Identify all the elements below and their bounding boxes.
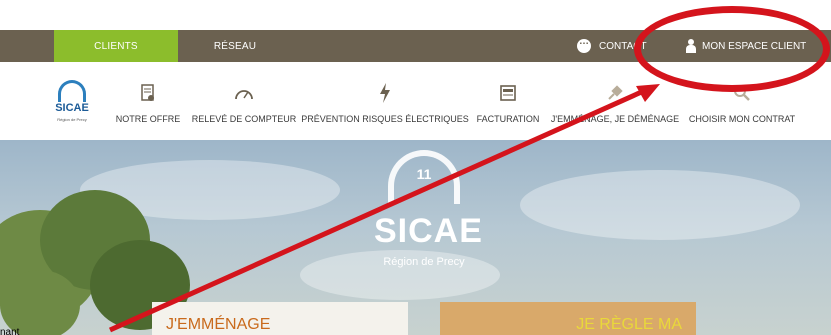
lightning-icon (379, 82, 391, 104)
sicae-logo[interactable]: SICAE Région de Precy (52, 80, 92, 140)
logo-name: SICAE (55, 102, 89, 114)
card-regle-title: JE RÈGLE MA (576, 316, 682, 333)
menu-prevention-risques[interactable]: PRÉVENTION RISQUES ÉLECTRIQUES (301, 82, 469, 132)
tree-foliage (0, 270, 80, 335)
hero-logo: 11 SICAE Région de Precy (374, 150, 483, 290)
hero-logo-subtitle: Région de Precy (383, 256, 465, 268)
annotation-highlight-ellipse (634, 6, 830, 92)
menu-label: RELEVÉ DE COMPTEUR (191, 114, 297, 124)
menu-label: PRÉVENTION RISQUES ÉLECTRIQUES (301, 114, 469, 124)
card-emmenage[interactable]: J'EMMÉNAGE (152, 302, 408, 335)
hero-banner: 11 SICAE Région de Precy J'EMMÉNAGE JE R… (0, 140, 831, 335)
menu-notre-offre[interactable]: NOTRE OFFRE (115, 82, 181, 132)
menu-label: FACTURATION (476, 114, 540, 124)
menu-label: NOTRE OFFRE (115, 114, 181, 124)
side-text: nant (0, 327, 20, 335)
menu-label: CHOISIR MON CONTRAT (688, 114, 796, 124)
tab-reseau[interactable]: RÉSEAU (190, 30, 280, 62)
plug-icon (605, 82, 625, 104)
menu-label: J'EMMÉNAGE, JE DÉMÉNAGE (550, 114, 680, 124)
gauge-icon (234, 82, 254, 104)
hero-logo-name: SICAE (374, 212, 483, 250)
cloud (520, 170, 800, 240)
bill-icon (500, 82, 516, 104)
hero-logo-number: 11 (416, 166, 432, 182)
document-icon (141, 82, 155, 104)
menu-emmenage-demenage[interactable]: J'EMMÉNAGE, JE DÉMÉNAGE (550, 82, 680, 132)
card-regle[interactable]: JE RÈGLE MA (440, 302, 696, 335)
card-emmenage-title: J'EMMÉNAGE (166, 316, 271, 333)
menu-releve-compteur[interactable]: RELEVÉ DE COMPTEUR (192, 82, 296, 132)
menu-facturation[interactable]: FACTURATION (476, 82, 540, 132)
logo-subtitle: Région de Precy (57, 117, 87, 122)
tab-clients[interactable]: CLIENTS (54, 30, 178, 62)
chat-bubble-icon (577, 36, 591, 53)
